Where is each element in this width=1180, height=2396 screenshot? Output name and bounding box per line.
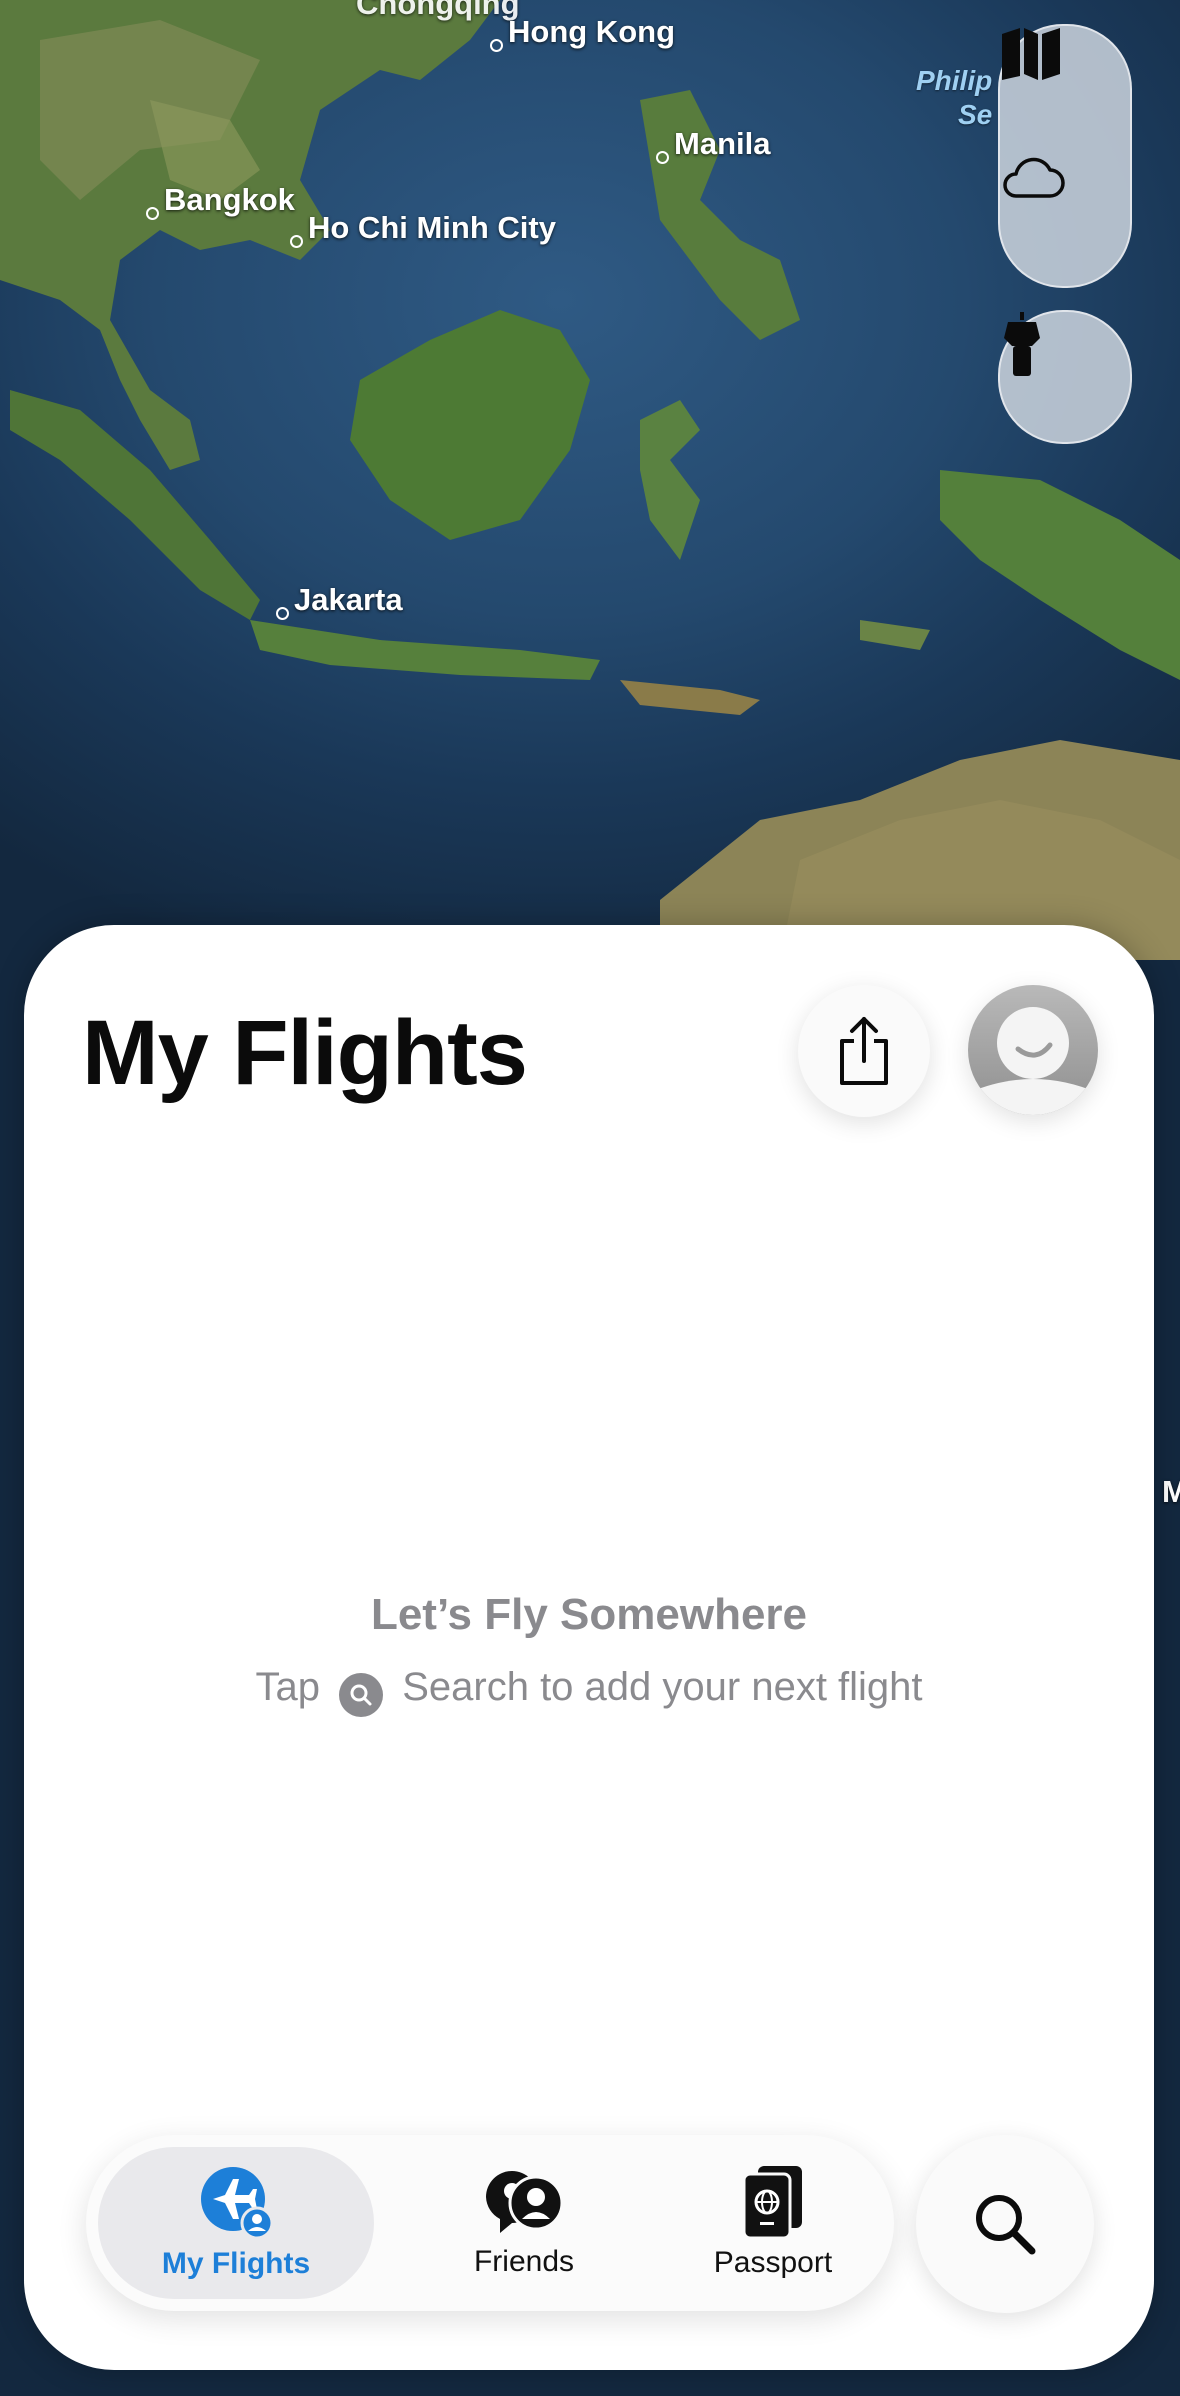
edge-label: M bbox=[1162, 1474, 1180, 1509]
city-label-jakarta[interactable]: Jakarta bbox=[276, 582, 403, 620]
empty-sub-suffix: Search to add your next flight bbox=[402, 1665, 923, 1709]
empty-state-subtitle: Tap Search to add your next flight bbox=[24, 1665, 1154, 1717]
avatar-icon bbox=[968, 1007, 1098, 1115]
my-flights-icon bbox=[201, 2167, 273, 2239]
tab-label: My Flights bbox=[161, 2247, 311, 2280]
inline-search-icon bbox=[339, 1673, 384, 1717]
passport-icon bbox=[742, 2166, 802, 2238]
city-name: Hong Kong bbox=[508, 14, 676, 49]
my-flights-sheet: My Flights Let’s Fly Somewhere Tap Searc… bbox=[24, 925, 1154, 2370]
city-dot bbox=[146, 207, 159, 220]
city-dot bbox=[656, 151, 669, 164]
tab-friends[interactable]: Friends bbox=[404, 2147, 644, 2299]
city-name: Bangkok bbox=[164, 182, 295, 217]
tab-label: Passport bbox=[713, 2246, 833, 2279]
city-dot bbox=[276, 607, 289, 620]
share-button[interactable] bbox=[798, 985, 930, 1117]
city-dot bbox=[490, 39, 503, 52]
city-name: Jakarta bbox=[294, 582, 403, 617]
cloud-icon bbox=[1003, 157, 1065, 198]
search-icon bbox=[976, 2195, 1036, 2255]
city-name: Ho Chi Minh City bbox=[308, 210, 556, 245]
city-label-bangkok[interactable]: Bangkok bbox=[146, 182, 295, 220]
map-style-button[interactable] bbox=[1000, 26, 1130, 156]
map-controls-group bbox=[998, 24, 1132, 288]
city-label-manila[interactable]: Manila bbox=[656, 126, 770, 164]
city-label-ho-chi-minh-city[interactable]: Ho Chi Minh City bbox=[290, 210, 556, 248]
tab-label: Friends bbox=[473, 2245, 575, 2278]
page-title: My Flights bbox=[82, 1002, 528, 1104]
empty-state-title: Let’s Fly Somewhere bbox=[370, 1590, 808, 1639]
sea-label: Philip Se bbox=[916, 65, 993, 130]
weather-button[interactable] bbox=[1000, 156, 1130, 286]
control-tower-button[interactable] bbox=[998, 310, 1132, 444]
tab-passport[interactable]: Passport bbox=[658, 2147, 888, 2299]
profile-avatar-button[interactable] bbox=[968, 985, 1098, 1115]
share-icon bbox=[840, 1017, 888, 1085]
friends-icon bbox=[486, 2171, 564, 2233]
search-button[interactable] bbox=[916, 2135, 1094, 2313]
empty-sub-prefix: Tap bbox=[255, 1665, 320, 1709]
tab-bar: My Flights Friends Passport bbox=[86, 2135, 894, 2311]
city-label-hong-kong[interactable]: Hong Kong bbox=[490, 14, 675, 52]
map-icon bbox=[1002, 28, 1060, 80]
city-dot bbox=[290, 235, 303, 248]
control-tower-icon bbox=[1004, 312, 1040, 376]
city-name: Manila bbox=[674, 126, 771, 161]
tab-my-flights[interactable]: My Flights bbox=[98, 2147, 374, 2299]
